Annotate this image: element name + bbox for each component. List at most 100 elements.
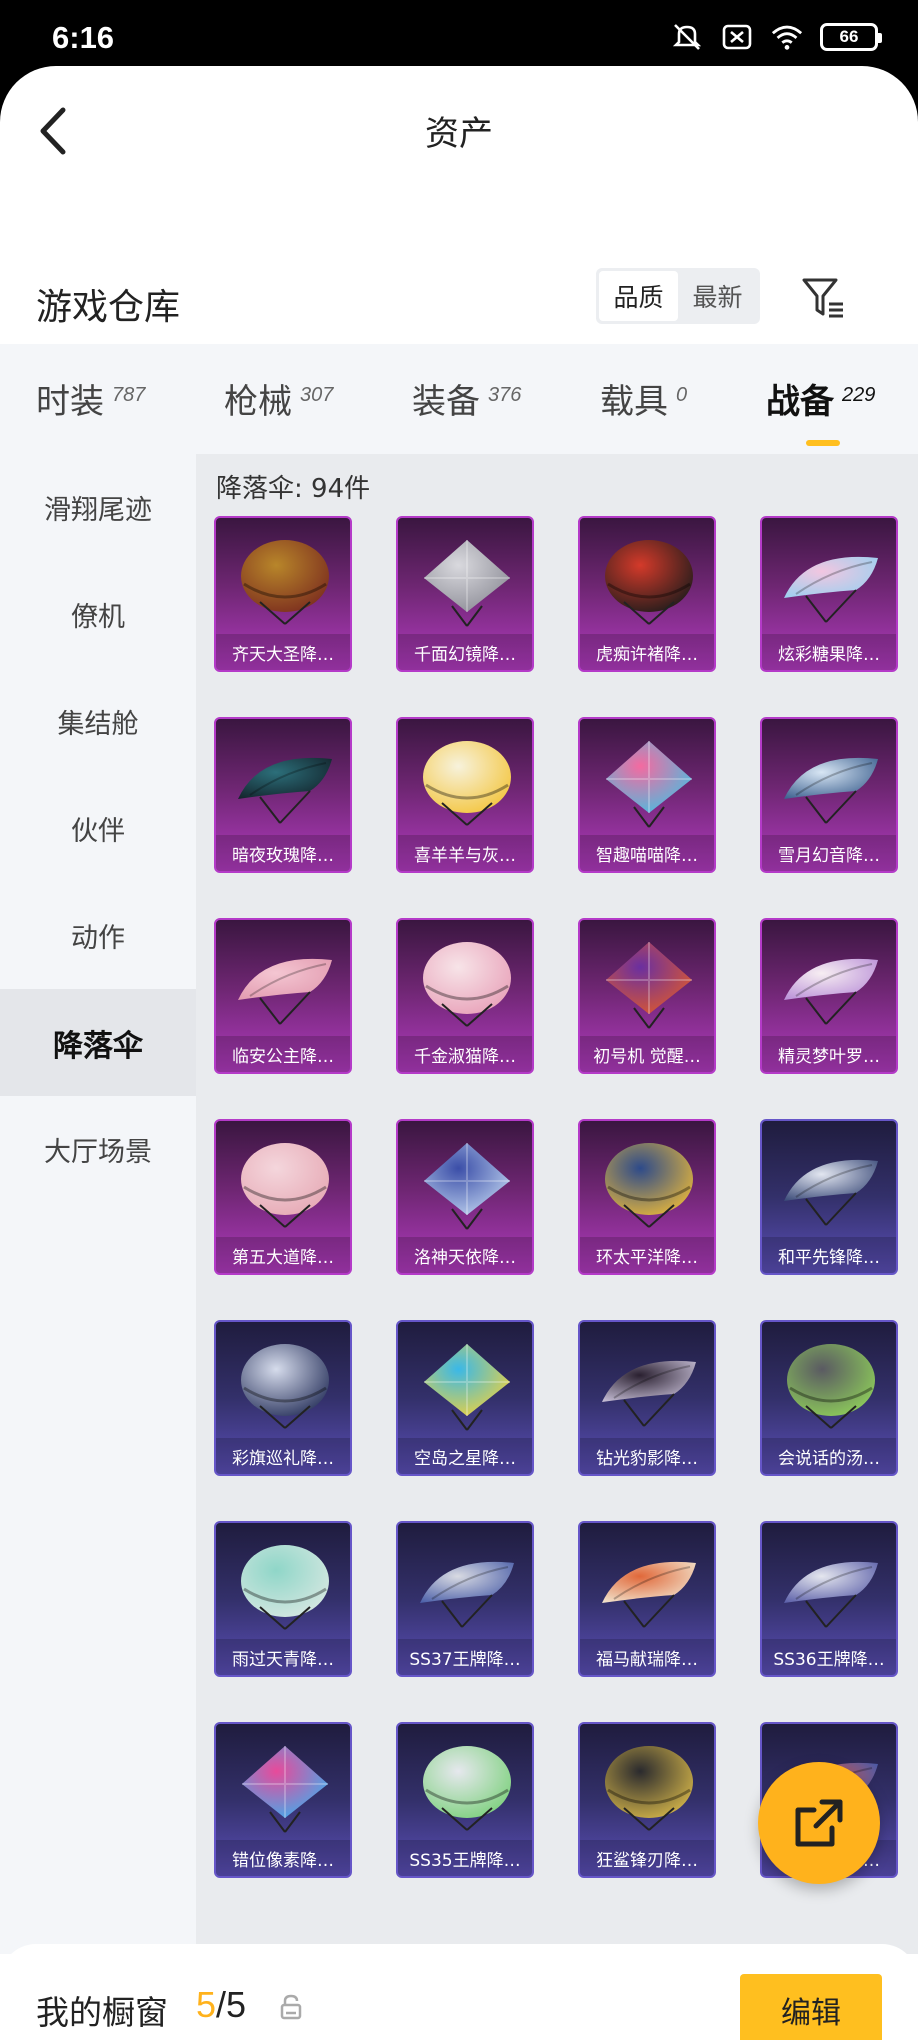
tab-fashion[interactable]: 时装 787: [36, 374, 145, 434]
parachute-icon: [420, 1561, 514, 1628]
item-card[interactable]: 精灵梦叶罗…: [760, 918, 898, 1074]
sidebar-item-wingman[interactable]: 僚机: [0, 561, 196, 668]
subcategory-sidebar: 滑翔尾迹 僚机 集结舱 伙伴 动作 降落伞 大厅场景: [0, 454, 196, 1954]
status-time: 6:16: [52, 20, 115, 55]
parachute-icon: [424, 540, 510, 627]
showcase-used: 5: [196, 1984, 217, 2025]
edit-button[interactable]: 编辑: [740, 1974, 882, 2040]
parachute-icon: [241, 1545, 329, 1630]
item-name: 空岛之星降…: [398, 1438, 532, 1474]
sidebar-item-glide-trail[interactable]: 滑翔尾迹: [0, 454, 196, 561]
status-bar: 6:16 66: [0, 0, 918, 70]
item-card[interactable]: 狂鲨锋刃降…: [578, 1722, 716, 1878]
parachute-icon: [423, 942, 511, 1027]
sort-option-quality[interactable]: 品质: [599, 271, 678, 321]
tab-label: 枪械: [224, 382, 292, 422]
wifi-icon: [770, 22, 804, 52]
warehouse-row: 游戏仓库 品质 最新: [0, 256, 918, 356]
sidebar-item-lobby-scene[interactable]: 大厅场景: [0, 1096, 196, 1203]
sort-option-newest[interactable]: 最新: [678, 271, 757, 321]
item-card[interactable]: 千金淑猫降…: [396, 918, 534, 1074]
status-icons: 66: [670, 22, 882, 52]
item-name: 会说话的汤…: [762, 1438, 896, 1474]
item-card[interactable]: SS37王牌降…: [396, 1521, 534, 1677]
item-name: 钻光豹影降…: [580, 1438, 714, 1474]
showcase-count: 5/5: [196, 1984, 246, 2026]
sort-toggle: 品质 最新: [596, 268, 760, 324]
warehouse-title: 游戏仓库: [36, 287, 181, 328]
parachute-icon: [784, 1159, 878, 1226]
share-button[interactable]: [758, 1762, 880, 1884]
tab-count: 376: [488, 384, 522, 406]
item-card[interactable]: SS35王牌降…: [396, 1722, 534, 1878]
parachute-icon: [602, 1561, 696, 1628]
item-name: 环太平洋降…: [580, 1237, 714, 1273]
item-name: 炫彩糖果降…: [762, 634, 896, 670]
item-card[interactable]: 千面幻镜降…: [396, 516, 534, 672]
parachute-icon: [423, 741, 511, 826]
item-card[interactable]: 第五大道降…: [214, 1119, 352, 1275]
battery-level: 66: [839, 27, 859, 46]
item-card[interactable]: 炫彩糖果降…: [760, 516, 898, 672]
sidebar-item-parachute[interactable]: 降落伞: [0, 989, 196, 1096]
item-name: 福马献瑞降…: [580, 1639, 714, 1675]
app-screen: 资产 游戏仓库 品质 最新 时装 787 枪械 307 装备 376 载具 0: [0, 66, 918, 2040]
filter-button[interactable]: [796, 270, 852, 326]
item-card[interactable]: 雪月幻音降…: [760, 717, 898, 873]
item-grid: 齐天大圣降… 千面幻镜降… 虎痴许褚降… 炫彩糖果降… 暗夜玫瑰降… 喜羊羊与灰… 智趣喵喵…: [196, 454, 918, 1954]
item-card[interactable]: 彩旗巡礼降…: [214, 1320, 352, 1476]
category-tabs: 时装 787 枪械 307 装备 376 载具 0 战备 229: [0, 344, 918, 454]
item-card[interactable]: 雨过天青降…: [214, 1521, 352, 1677]
item-name: 错位像素降…: [216, 1840, 350, 1876]
header: 资产: [0, 66, 918, 196]
sidebar-item-rally-pod[interactable]: 集结舱: [0, 668, 196, 775]
item-card[interactable]: 虎痴许褚降…: [578, 516, 716, 672]
parachute-icon: [423, 1746, 511, 1831]
showcase-title: 我的橱窗: [36, 1993, 168, 2032]
item-card[interactable]: 会说话的汤…: [760, 1320, 898, 1476]
item-name: 临安公主降…: [216, 1036, 350, 1072]
item-card[interactable]: 钻光豹影降…: [578, 1320, 716, 1476]
tab-count: 787: [112, 384, 146, 406]
item-card[interactable]: SS36王牌降…: [760, 1521, 898, 1677]
item-name: 千面幻镜降…: [398, 634, 532, 670]
parachute-icon: [784, 556, 878, 623]
page-title: 资产: [425, 114, 493, 154]
tab-combat-gear[interactable]: 战备 229: [766, 374, 875, 434]
item-card[interactable]: 环太平洋降…: [578, 1119, 716, 1275]
item-card[interactable]: 喜羊羊与灰…: [396, 717, 534, 873]
parachute-icon: [242, 1746, 328, 1833]
parachute-icon: [238, 757, 332, 824]
tab-equipment[interactable]: 装备 376: [412, 374, 521, 434]
item-name: 初号机 觉醒…: [580, 1036, 714, 1072]
item-card[interactable]: 错位像素降…: [214, 1722, 352, 1878]
item-card[interactable]: 和平先锋降…: [760, 1119, 898, 1275]
sidebar-item-emote[interactable]: 动作: [0, 882, 196, 989]
item-name: 雪月幻音降…: [762, 835, 896, 871]
parachute-icon: [784, 958, 878, 1025]
parachute-icon: [602, 1360, 696, 1427]
item-card[interactable]: 齐天大圣降…: [214, 516, 352, 672]
tab-vehicles[interactable]: 载具 0: [600, 374, 687, 434]
item-card[interactable]: 初号机 觉醒…: [578, 918, 716, 1074]
parachute-icon: [784, 1561, 878, 1628]
showcase-bar: 我的橱窗 5/5 编辑: [0, 1944, 918, 2040]
parachute-icon: [605, 1746, 693, 1831]
parachute-icon: [605, 540, 693, 625]
item-card[interactable]: 空岛之星降…: [396, 1320, 534, 1476]
item-name: 和平先锋降…: [762, 1237, 896, 1273]
item-card[interactable]: 暗夜玫瑰降…: [214, 717, 352, 873]
share-icon: [795, 1799, 843, 1847]
item-card[interactable]: 洛神天依降…: [396, 1119, 534, 1275]
sidebar-item-companion[interactable]: 伙伴: [0, 775, 196, 882]
item-name: SS36王牌降…: [762, 1639, 896, 1675]
item-name: 暗夜玫瑰降…: [216, 835, 350, 871]
item-card[interactable]: 福马献瑞降…: [578, 1521, 716, 1677]
item-name: 喜羊羊与灰…: [398, 835, 532, 871]
item-card[interactable]: 临安公主降…: [214, 918, 352, 1074]
item-panel: 降落伞: 94件 齐天大圣降… 千面幻镜降… 虎痴许褚降… 炫彩糖果降… 暗夜玫瑰降… 喜…: [196, 454, 918, 1954]
tab-count: 0: [676, 384, 688, 406]
tab-weapons[interactable]: 枪械 307: [224, 374, 333, 434]
item-card[interactable]: 智趣喵喵降…: [578, 717, 716, 873]
parachute-icon: [424, 1143, 510, 1230]
